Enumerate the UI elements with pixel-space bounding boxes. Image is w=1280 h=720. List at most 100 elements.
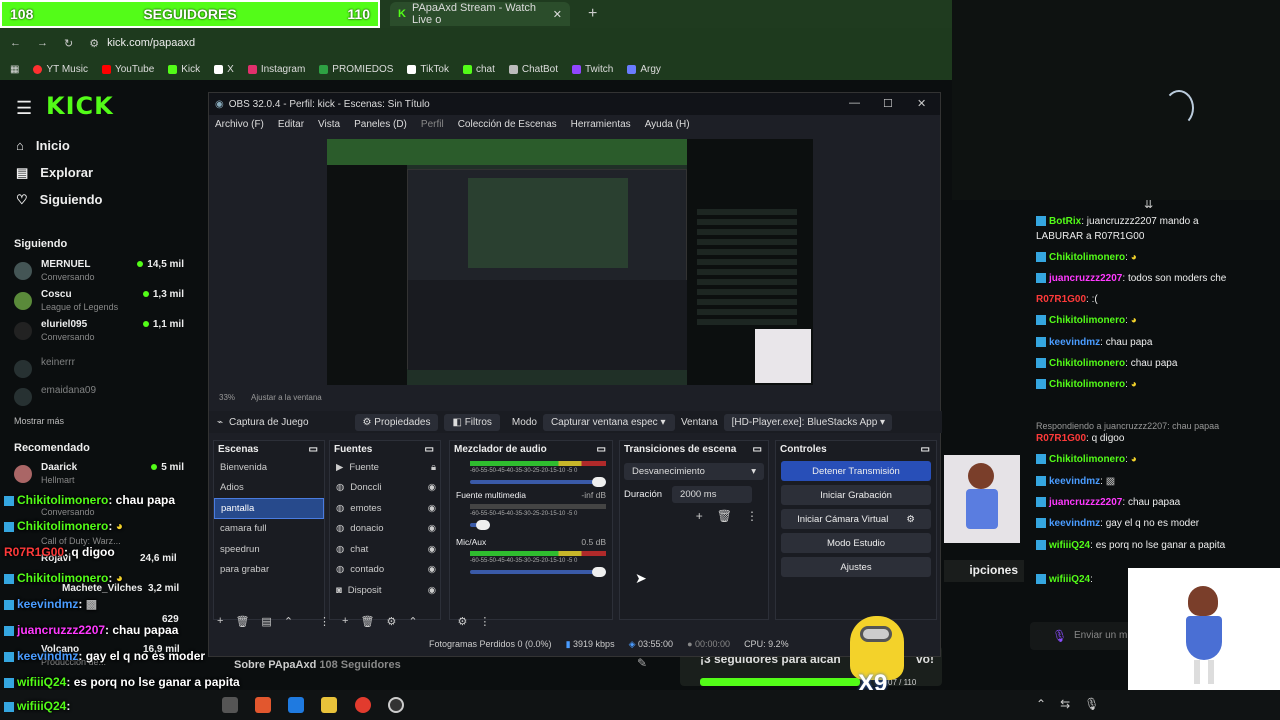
menu-escenas[interactable]: Colección de Escenas xyxy=(458,119,557,130)
minimize-icon[interactable]: — xyxy=(849,97,860,109)
bookmark-instagram[interactable]: Instagram xyxy=(247,64,305,75)
scene-item[interactable]: para grabar xyxy=(214,560,324,581)
edit-icon[interactable]: ✎ xyxy=(637,656,657,676)
eye-icon[interactable]: ◉ xyxy=(428,503,436,514)
stop-stream-button[interactable]: Detener Transmisión xyxy=(781,461,931,481)
more-icon[interactable]: ⋮ xyxy=(746,509,758,523)
lock-icon[interactable]: 🔒︎ xyxy=(431,462,436,473)
bookmark-argy[interactable]: Argy xyxy=(627,64,661,75)
close-icon[interactable]: ✕ xyxy=(917,97,926,110)
bookmark-yt-music[interactable]: YT Music xyxy=(33,64,88,75)
scene-item[interactable]: Adios xyxy=(214,478,324,499)
menu-vista[interactable]: Vista xyxy=(318,119,340,130)
kick-logo[interactable]: KICK xyxy=(46,92,114,120)
menu-editar[interactable]: Editar xyxy=(278,119,304,130)
filter-scene-icon[interactable]: ▤ xyxy=(261,615,271,628)
eye-icon[interactable]: ◉ xyxy=(428,564,436,575)
following-item-offline[interactable]: emaidana09 xyxy=(14,385,184,415)
add-icon[interactable]: + xyxy=(696,509,703,523)
panel-menu-icon[interactable]: ▭ xyxy=(309,444,318,455)
pinned-expand-icon[interactable]: ⇊ xyxy=(1144,198,1153,211)
eye-icon[interactable]: ◉ xyxy=(428,544,436,555)
menu-archivo[interactable]: Archivo (F) xyxy=(215,119,264,130)
apps-icon[interactable]: ▦ xyxy=(10,64,19,75)
nav-explorar[interactable]: ▤ Explorar xyxy=(0,159,200,186)
tray-mic-icon[interactable]: 🎙︎ xyxy=(1084,697,1099,711)
scene-item[interactable]: camara full xyxy=(214,519,324,540)
bookmark-youtube[interactable]: YouTube xyxy=(101,64,154,75)
reload-icon[interactable]: ↻ xyxy=(64,37,73,50)
maximize-icon[interactable]: ☐ xyxy=(883,97,893,110)
panel-menu-icon[interactable]: ▭ xyxy=(425,444,434,455)
remove-source-icon[interactable]: 🗑︎ xyxy=(360,615,374,628)
source-settings-icon[interactable]: ⚙ xyxy=(386,615,396,628)
up-icon[interactable]: ⌃ xyxy=(408,615,417,628)
start-virtual-camera-button[interactable]: Iniciar Cámara Virtual ⚙ xyxy=(781,509,931,529)
taskbar-obs-icon[interactable] xyxy=(388,697,404,713)
taskbar-office-icon[interactable] xyxy=(255,697,271,713)
bookmark-x[interactable]: X xyxy=(214,64,234,75)
menu-icon[interactable]: ☰ xyxy=(16,98,32,119)
fit-window[interactable]: Ajustar a la ventana xyxy=(251,393,322,402)
following-item[interactable]: MERNUEL Conversando 14,5 mil xyxy=(14,259,184,289)
source-item[interactable]: ▶ Fuente 🔒︎ xyxy=(330,457,440,478)
bookmark-chatbot[interactable]: ChatBot xyxy=(508,64,558,75)
menu-perfil[interactable]: Perfil xyxy=(421,119,444,130)
volume-slider[interactable] xyxy=(470,567,606,577)
tray-network-icon[interactable]: ⇆ xyxy=(1060,697,1070,711)
mic-icon[interactable]: 🎙︎ xyxy=(1052,629,1067,643)
mixer-settings-icon[interactable]: ⚙ xyxy=(458,615,468,628)
bookmark-promiedos[interactable]: PROMIEDOS xyxy=(319,64,393,75)
panel-menu-icon[interactable]: ▭ xyxy=(753,444,762,455)
following-item[interactable]: Coscu League of Legends 1,3 mil xyxy=(14,289,184,319)
taskbar-chrome-icon[interactable] xyxy=(355,697,371,713)
browser-tab[interactable]: K PApaAxd Stream - Watch Live o ✕ xyxy=(390,2,570,26)
nav-siguiendo[interactable]: ♡ Siguiendo xyxy=(0,186,200,213)
settings-button[interactable]: Ajustes xyxy=(781,557,931,577)
panel-menu-icon[interactable]: ▭ xyxy=(921,444,930,455)
recommended-item[interactable]: Daarick Hellmart 5 mil xyxy=(14,462,184,492)
menu-ayuda[interactable]: Ayuda (H) xyxy=(645,119,690,130)
new-tab-button[interactable]: + xyxy=(588,5,597,23)
eye-icon[interactable]: ◉ xyxy=(428,482,436,493)
show-more-link[interactable]: Mostrar más xyxy=(14,416,64,426)
obs-preview-canvas[interactable] xyxy=(327,139,813,385)
url-field[interactable]: kick.com/papaaxd xyxy=(107,37,195,49)
taskbar-explorer-icon[interactable] xyxy=(321,697,337,713)
window-select[interactable]: [HD-Player.exe]: BlueStacks App ▾ xyxy=(723,413,892,431)
properties-button[interactable]: ⚙ Propiedades xyxy=(354,413,439,431)
scene-item[interactable]: Bienvenida xyxy=(214,457,324,478)
start-recording-button[interactable]: Iniciar Grabación xyxy=(781,485,931,505)
filters-button[interactable]: ◧ Filtros xyxy=(444,413,500,431)
eye-icon[interactable]: ◉ xyxy=(428,523,436,534)
chat-input[interactable]: Enviar un m xyxy=(1030,622,1134,650)
volume-slider[interactable] xyxy=(470,520,490,530)
zoom-level[interactable]: 33% xyxy=(219,393,235,402)
menu-herramientas[interactable]: Herramientas xyxy=(571,119,631,130)
bookmark-kick[interactable]: Kick xyxy=(168,64,200,75)
duration-input[interactable]: 2000 ms xyxy=(672,486,753,503)
add-source-icon[interactable]: + xyxy=(342,615,348,627)
more-icon[interactable]: ⋮ xyxy=(479,615,490,628)
tray-chevron-icon[interactable]: ⌃ xyxy=(1036,697,1046,711)
source-item[interactable]: ◍ Donccli ◉ xyxy=(330,478,440,499)
forward-icon[interactable]: → xyxy=(37,37,48,49)
taskbar-mail-icon[interactable] xyxy=(288,697,304,713)
following-item[interactable]: eluriel095 Conversando 1,1 mil xyxy=(14,319,184,349)
back-icon[interactable]: ← xyxy=(10,37,21,49)
studio-mode-button[interactable]: Modo Estudio xyxy=(781,533,931,553)
menu-paneles[interactable]: Paneles (D) xyxy=(354,119,407,130)
scene-item-selected[interactable]: pantalla xyxy=(214,498,324,519)
more-icon[interactable]: ⋮ xyxy=(319,615,330,628)
bookmark-tiktok[interactable]: TikTok xyxy=(407,64,449,75)
panel-menu-icon[interactable]: ▭ xyxy=(597,444,606,455)
source-item[interactable]: ◍ emotes ◉ xyxy=(330,498,440,519)
following-item-offline[interactable]: keinerrr xyxy=(14,357,184,387)
close-tab-icon[interactable]: ✕ xyxy=(553,8,562,21)
taskbar-app-icon[interactable] xyxy=(222,697,238,713)
eye-icon[interactable]: ◉ xyxy=(428,585,436,596)
site-info-icon[interactable]: ⚙ xyxy=(89,37,99,50)
bookmark-chat[interactable]: chat xyxy=(462,64,495,75)
remove-scene-icon[interactable]: 🗑︎ xyxy=(235,615,249,628)
mode-select[interactable]: Capturar ventana espec ▾ xyxy=(542,413,675,431)
